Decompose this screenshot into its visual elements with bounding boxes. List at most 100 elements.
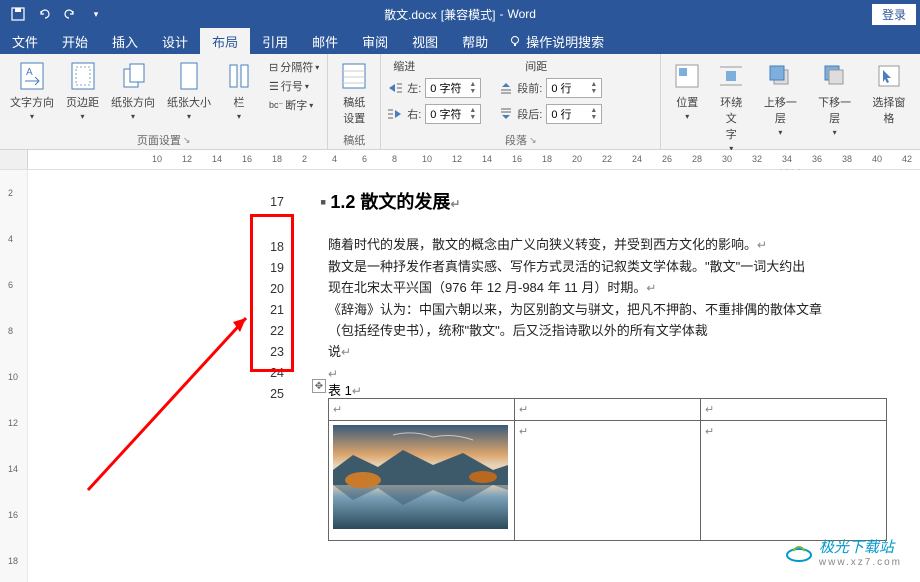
indent-right-input[interactable]: 0 字符▲▼ — [425, 104, 481, 124]
table-cell[interactable]: ↵ — [515, 421, 701, 541]
group-page-setup: A 文字方向 ▾ 页边距 ▾ 纸张方向 ▾ 纸张大小 ▾ 栏 — [0, 54, 328, 149]
redo-icon[interactable] — [58, 2, 82, 26]
ruler-area: 1012141618246810121416182022242628303234… — [0, 150, 920, 170]
tab-mailings[interactable]: 邮件 — [300, 28, 350, 55]
annotation-arrow — [78, 300, 268, 500]
svg-text:A: A — [26, 67, 33, 78]
horizontal-ruler[interactable]: 1012141618246810121416182022242628303234… — [28, 150, 920, 169]
table-row: ↵↵↵ — [329, 399, 887, 421]
table-cell[interactable]: ↵ — [515, 399, 701, 421]
before-label: 段前: — [517, 80, 542, 96]
columns-icon — [223, 60, 255, 92]
login-button[interactable]: 登录 — [872, 4, 916, 25]
margins-icon — [67, 60, 99, 92]
table-cell[interactable]: ↵ — [329, 399, 515, 421]
manuscript-settings-button[interactable]: 稿纸 设置 — [334, 58, 374, 128]
table-move-handle-icon[interactable]: ✥ — [312, 379, 326, 393]
document-area: 24681012141618 171819202122232425 ▪1.2 散… — [0, 170, 920, 582]
tab-file[interactable]: 文件 — [0, 28, 50, 55]
heading: ▪1.2 散文的发展↵ — [320, 188, 460, 214]
spacing-before-input[interactable]: 0 行▲▼ — [546, 78, 602, 98]
table-cell[interactable]: ↵ — [701, 421, 887, 541]
backward-icon — [819, 60, 851, 92]
text-direction-icon: A — [16, 60, 48, 92]
table-cell[interactable]: ↵ — [701, 399, 887, 421]
spacing-heading: 间距 — [525, 58, 547, 74]
hyphenation-icon: bc⁻ — [269, 100, 283, 111]
undo-icon[interactable] — [32, 2, 56, 26]
before-icon — [499, 81, 513, 95]
embedded-image[interactable] — [333, 425, 508, 529]
tab-review[interactable]: 审阅 — [350, 28, 400, 55]
selection-pane-icon — [873, 60, 905, 92]
after-icon — [499, 107, 513, 121]
size-button[interactable]: 纸张大小 ▾ — [163, 58, 215, 123]
after-label: 段后: — [517, 106, 542, 122]
title-bar: ▾ 散文.docx [兼容模式] - Word 登录 — [0, 0, 920, 28]
position-button[interactable]: 位置▾ — [667, 58, 707, 123]
document-table[interactable]: ↵↵↵ — [328, 398, 887, 541]
menu-bar: 文件 开始 插入 设计 布局 引用 邮件 审阅 视图 帮助 操作说明搜索 — [0, 28, 920, 54]
group-arrange: 位置▾ 环绕文 字▾ 上移一层▾ 下移一层▾ 选择窗格 排列 — [661, 54, 920, 149]
manuscript-icon — [338, 60, 370, 92]
group-paragraph: 缩进 间距 左: 0 字符▲▼ 段前: 0 行▲▼ 右: 0 字符▲▼ 段后: … — [381, 54, 661, 149]
orientation-button[interactable]: 纸张方向 ▾ — [107, 58, 159, 123]
vertical-ruler[interactable]: 24681012141618 — [0, 170, 28, 582]
tab-insert[interactable]: 插入 — [100, 28, 150, 55]
save-icon[interactable] — [6, 2, 30, 26]
forward-icon — [764, 60, 796, 92]
bring-forward-button[interactable]: 上移一层▾ — [755, 58, 805, 139]
left-label: 左: — [407, 80, 421, 96]
columns-button[interactable]: 栏 ▾ — [219, 58, 259, 123]
line-numbers-icon: ☰ — [269, 80, 279, 93]
breaks-button[interactable]: ⊟分隔符▾ — [267, 58, 321, 76]
doc-name: 散文.docx — [384, 6, 437, 23]
line-number-gutter: 171819202122232425 — [260, 192, 284, 405]
indent-heading: 缩进 — [393, 58, 415, 74]
right-label: 右: — [407, 106, 421, 122]
text-direction-button[interactable]: A 文字方向 ▾ — [6, 58, 58, 123]
tab-help[interactable]: 帮助 — [450, 28, 500, 55]
hyphenation-button[interactable]: bc⁻断字▾ — [267, 96, 321, 114]
document-page[interactable]: 171819202122232425 ▪1.2 散文的发展↵ 随着时代的发展，散… — [28, 170, 920, 582]
table-caption: 表 1↵ — [328, 380, 362, 399]
qat-dropdown-icon[interactable]: ▾ — [84, 2, 108, 26]
breaks-icon: ⊟ — [269, 61, 278, 74]
compat-mode: [兼容模式] — [441, 6, 496, 23]
table-cell-image[interactable] — [329, 421, 515, 541]
tab-view[interactable]: 视图 — [400, 28, 450, 55]
tab-layout[interactable]: 布局 — [200, 28, 250, 55]
ruler-corner — [0, 150, 28, 169]
ribbon: A 文字方向 ▾ 页边距 ▾ 纸张方向 ▾ 纸张大小 ▾ 栏 — [0, 54, 920, 150]
chevron-down-icon: ▾ — [30, 112, 34, 121]
margins-button[interactable]: 页边距 ▾ — [62, 58, 103, 123]
selection-pane-button[interactable]: 选择窗格 — [864, 58, 914, 128]
indent-left-input[interactable]: 0 字符▲▼ — [425, 78, 481, 98]
dialog-launcher-icon[interactable]: ↘ — [529, 135, 537, 146]
body-text: 随着时代的发展，散文的概念由广义向狭义转变，并受到西方文化的影响。↵ 散文是一种… — [328, 234, 898, 385]
tell-me-search[interactable]: 操作说明搜索 — [500, 32, 612, 51]
dialog-launcher-icon[interactable]: ↘ — [183, 135, 191, 146]
indent-left-icon — [387, 81, 403, 95]
spacing-after-input[interactable]: 0 行▲▼ — [546, 104, 602, 124]
app-name: Word — [507, 7, 535, 21]
size-icon — [173, 60, 205, 92]
watermark-text: 极光下载站 — [819, 536, 902, 557]
quick-access-toolbar: ▾ — [0, 2, 108, 26]
wrap-text-button[interactable]: 环绕文 字▾ — [711, 58, 751, 155]
tab-references[interactable]: 引用 — [250, 28, 300, 55]
tab-design[interactable]: 设计 — [150, 28, 200, 55]
bullet-icon: ▪ — [320, 192, 326, 212]
watermark-logo-icon — [785, 541, 813, 563]
tab-home[interactable]: 开始 — [50, 28, 100, 55]
watermark-url: www.xz7.com — [819, 557, 902, 568]
group-label-paragraph: 段落 — [505, 132, 527, 148]
line-numbers-button[interactable]: ☰行号▾ — [267, 77, 321, 95]
tell-me-label: 操作说明搜索 — [526, 32, 604, 51]
send-backward-button[interactable]: 下移一层▾ — [809, 58, 859, 139]
indent-right-icon — [387, 107, 403, 121]
lightbulb-icon — [508, 34, 522, 48]
title-center: 散文.docx [兼容模式] - Word — [384, 6, 536, 23]
group-manuscript: 稿纸 设置 稿纸 — [328, 54, 381, 149]
group-label-pagesetup: 页面设置 — [137, 132, 181, 148]
